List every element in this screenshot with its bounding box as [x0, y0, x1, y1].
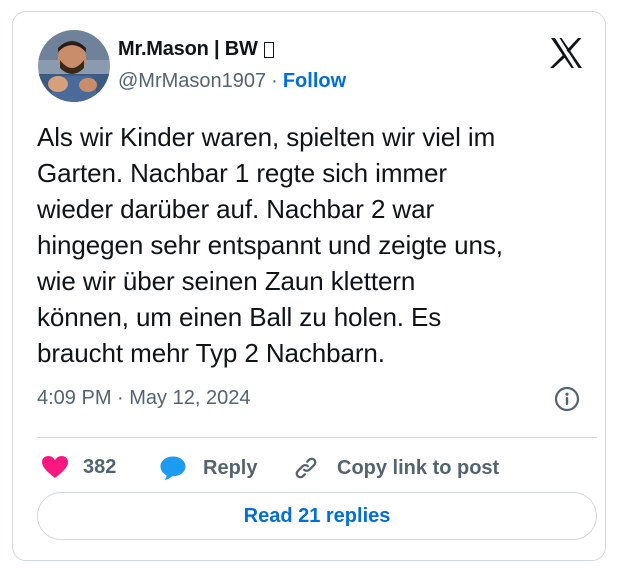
- speech-bubble-icon: [160, 456, 186, 480]
- tweet-text: Als wir Kinder waren, spielten wir viel …: [37, 122, 503, 368]
- info-icon[interactable]: [554, 386, 580, 412]
- read-replies-label: Read 21 replies: [243, 504, 391, 527]
- author-name-row: Mr.Mason | BW: [118, 38, 274, 61]
- copy-link-button[interactable]: Copy link to post: [293, 455, 499, 481]
- tweet-card: Mr.Mason | BW @MrMason1907 · Follow Als …: [12, 11, 606, 561]
- link-icon: [295, 457, 317, 479]
- like-count: 382: [83, 455, 117, 478]
- follow-button[interactable]: Follow: [283, 70, 346, 93]
- author-handle-row: @MrMason1907 · Follow: [118, 70, 346, 93]
- x-logo-icon[interactable]: [549, 37, 583, 69]
- copy-link-label: Copy link to post: [337, 456, 500, 479]
- like-button[interactable]: 382: [41, 455, 116, 479]
- author-handle[interactable]: @MrMason1907: [118, 70, 266, 93]
- tweet-timestamp[interactable]: 4:09 PM · May 12, 2024: [37, 387, 250, 410]
- reply-label: Reply: [203, 456, 258, 479]
- read-replies-button[interactable]: Read 21 replies: [37, 492, 597, 540]
- divider: [37, 437, 597, 438]
- avatar[interactable]: [38, 30, 110, 102]
- separator-dot: ·: [271, 70, 278, 92]
- author-display-name[interactable]: Mr.Mason | BW: [118, 38, 258, 61]
- avatar-image: [38, 30, 110, 102]
- heart-icon: [42, 456, 68, 478]
- reply-button[interactable]: Reply: [159, 455, 257, 481]
- missing-glyph-icon: [263, 41, 274, 58]
